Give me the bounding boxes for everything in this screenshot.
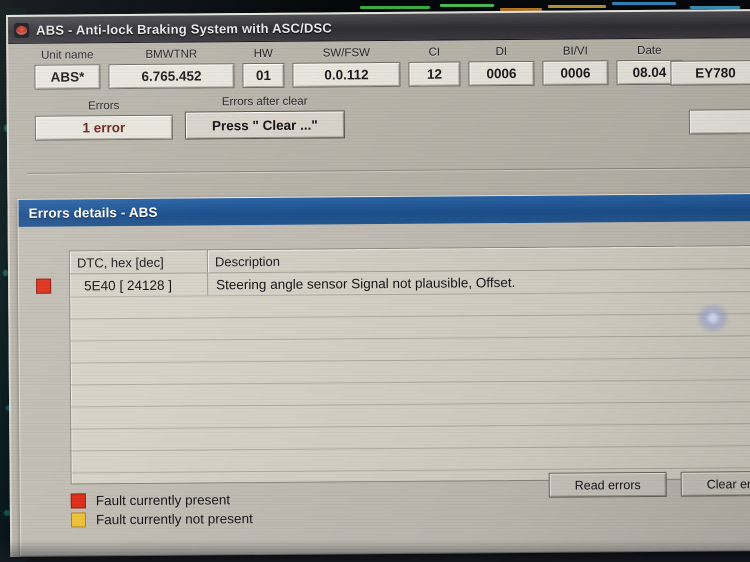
background-text-artifact xyxy=(360,6,430,9)
errors-action-buttons: Read errors Clear errors xyxy=(548,470,750,498)
field-bivi: BI/VI 0006 xyxy=(542,45,609,86)
row-grid-line xyxy=(70,356,750,364)
row-grid-line xyxy=(71,400,750,408)
legend-item-not-present: Fault currently not present xyxy=(70,511,253,528)
legend-swatch-yellow-icon xyxy=(70,512,87,528)
column-header-description[interactable]: Description xyxy=(208,246,750,273)
errors-details-window: Errors details - ABS DTC, hex [dec] Desc… xyxy=(17,192,750,556)
errors-table: DTC, hex [dec] Description 5E40 [ 24128 … xyxy=(36,244,750,485)
read-errors-button[interactable]: Read errors xyxy=(548,471,667,498)
unit-info-panel: Unit name ABS* BMWTNR 6.765.452 HW 01 SW… xyxy=(8,38,750,182)
field-ci: CI 12 xyxy=(408,46,461,87)
abs-diagnostic-window: ABS - Anti-lock Braking System with ASC/… xyxy=(6,9,750,557)
row-grid-line xyxy=(70,334,750,342)
legend-label: Fault currently present xyxy=(95,492,231,509)
clear-errors-button[interactable]: Clear errors xyxy=(680,470,750,497)
column-header-dtc[interactable]: DTC, hex [dec] xyxy=(69,250,209,274)
field-value-blank[interactable] xyxy=(688,109,750,135)
field-value-di[interactable]: 0006 xyxy=(468,60,535,87)
row-grid-line xyxy=(70,312,750,320)
background-text-artifact xyxy=(548,5,606,8)
field-hw: HW 01 xyxy=(242,47,285,89)
field-label: BI/VI xyxy=(562,45,588,58)
field-label: HW xyxy=(253,47,273,61)
unit-field-row: Unit name ABS* BMWTNR 6.765.452 HW 01 SW… xyxy=(8,44,750,90)
abs-disc-icon xyxy=(14,22,30,38)
field-label: DI xyxy=(495,46,508,59)
field-sw-fsw: SW/FSW 0.0.112 xyxy=(292,47,401,88)
errors-details-body: DTC, hex [dec] Description 5E40 [ 24128 … xyxy=(19,221,750,556)
errors-table-rows: 5E40 [ 24128 ] Steering angle sensor Sig… xyxy=(36,269,750,474)
field-value-hw[interactable]: 01 xyxy=(242,62,285,89)
field-di: DI 0006 xyxy=(468,46,535,87)
right-field-stack: EY780 xyxy=(670,60,750,135)
row-grid-line xyxy=(71,422,750,430)
background-text-artifact xyxy=(440,4,494,7)
errors-summary-row: Errors 1 error Errors after clear Press … xyxy=(9,92,750,141)
field-label: Date xyxy=(637,44,662,58)
cell-dtc: 5E40 [ 24128 ] xyxy=(70,273,209,297)
error-count-value: 1 error xyxy=(34,114,173,141)
field-value-sw-fsw[interactable]: 0.0.112 xyxy=(292,61,401,88)
field-label: Unit name xyxy=(41,49,94,62)
legend-label: Fault currently not present xyxy=(95,511,253,528)
panel-divider xyxy=(27,167,750,174)
field-unit-name: Unit name ABS* xyxy=(34,49,101,90)
fault-present-marker-icon xyxy=(36,278,52,294)
press-clear-button[interactable]: Press " Clear ..." xyxy=(184,110,345,140)
errors-details-title: Errors details - ABS xyxy=(28,204,158,221)
cell-description: Steering angle sensor Signal not plausib… xyxy=(216,274,516,292)
field-label: Errors xyxy=(88,100,120,113)
field-bmwtnr: BMWTNR 6.765.452 xyxy=(108,48,235,90)
field-value-bmwtnr[interactable]: 6.765.452 xyxy=(108,63,235,90)
legend-item-present: Fault currently present xyxy=(70,492,253,509)
field-errors: Errors 1 error xyxy=(34,100,173,141)
background-text-artifact xyxy=(612,2,676,5)
fault-legend: Fault currently present Fault currently … xyxy=(70,492,253,531)
field-label: BMWTNR xyxy=(145,48,198,61)
field-value-identifier[interactable]: EY780 xyxy=(670,60,750,86)
row-grid-line xyxy=(70,378,750,386)
field-value-unit-name[interactable]: ABS* xyxy=(34,64,101,90)
field-label: Errors after clear xyxy=(221,95,308,109)
field-errors-after-clear: Errors after clear Press " Clear ..." xyxy=(184,95,345,140)
field-label: SW/FSW xyxy=(322,47,370,60)
field-value-bivi[interactable]: 0006 xyxy=(542,60,609,86)
field-label: CI xyxy=(428,46,441,59)
row-grid-line xyxy=(71,444,750,452)
legend-swatch-red-icon xyxy=(70,493,86,509)
field-value-ci[interactable]: 12 xyxy=(408,61,461,87)
window-title: ABS - Anti-lock Braking System with ASC/… xyxy=(36,19,333,38)
